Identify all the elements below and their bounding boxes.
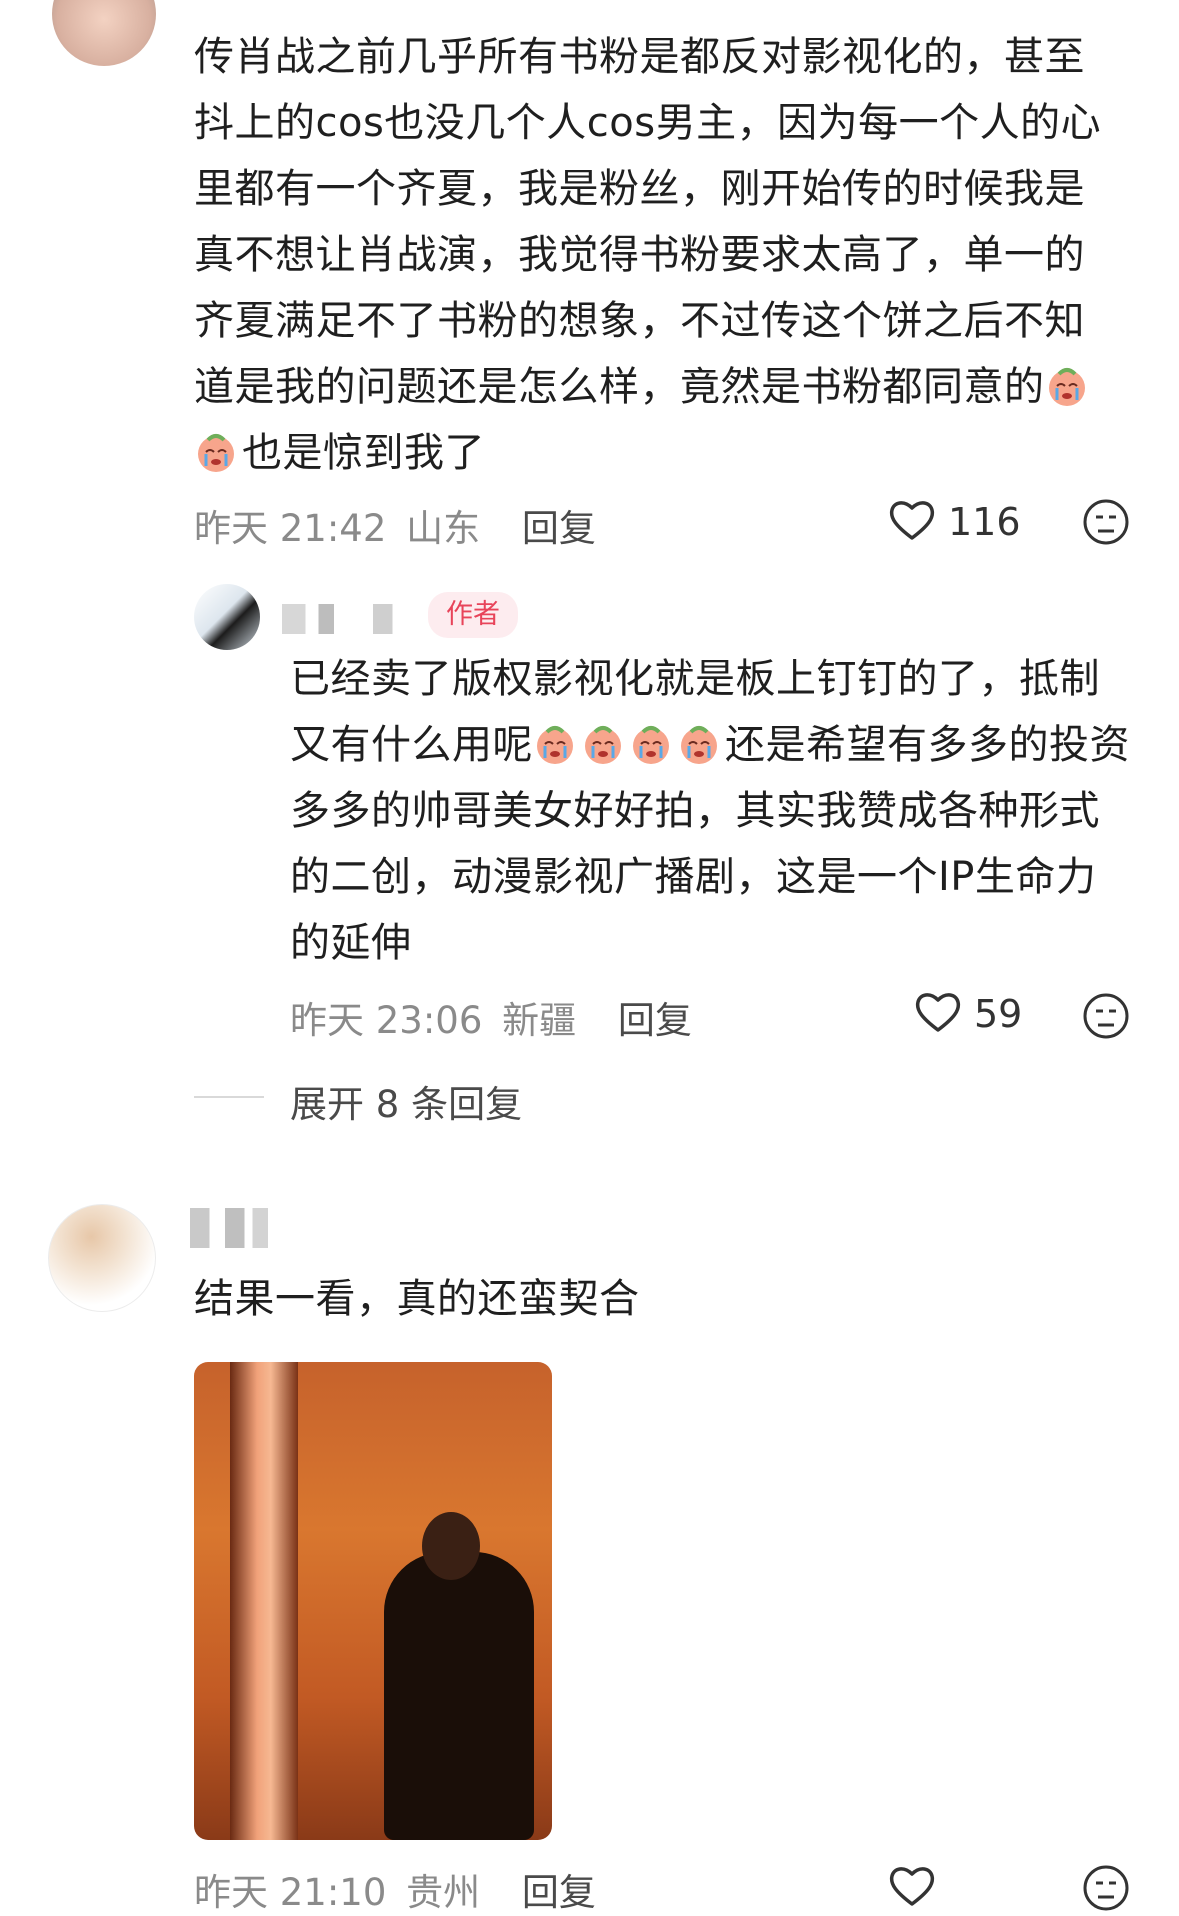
location: 新疆 — [502, 999, 577, 1042]
timestamp: 昨天 23:06 — [290, 999, 483, 1042]
emoji-react-button[interactable] — [1082, 1864, 1130, 1916]
like-button[interactable]: 59 — [914, 990, 1022, 1038]
like-button[interactable]: 116 — [888, 498, 1021, 546]
location: 山东 — [406, 507, 481, 550]
emoji-react-button[interactable] — [1082, 498, 1130, 550]
comment-meta: 昨天 21:42 山东 回复 — [194, 498, 596, 552]
comment-body-tail: 也是惊到我了 — [242, 430, 485, 476]
comment-text: 传肖战之前几乎所有书粉是都反对影视化的，甚至抖上的cos也没几个人cos男主，因… — [194, 24, 1124, 486]
crying-emoji-icon — [581, 720, 625, 764]
author-badge: 作者 — [428, 592, 518, 638]
heart-icon — [914, 990, 962, 1038]
expand-divider — [194, 1096, 264, 1098]
reply-button[interactable]: 回复 — [522, 1871, 596, 1914]
timestamp: 昨天 21:42 — [194, 507, 387, 550]
avatar[interactable] — [52, 0, 156, 66]
reply-meta: 昨天 23:06 新疆 回复 — [290, 990, 692, 1044]
expand-replies-button[interactable]: 展开 8 条回复 — [290, 1074, 522, 1128]
like-count: 116 — [948, 500, 1021, 544]
reply-text: 已经卖了版权影视化就是板上钉钉的了，抵制又有什么用呢 还是希望有多多的投资多多的帅… — [290, 646, 1136, 976]
emoji-face-icon — [1082, 993, 1130, 1044]
author-name-mosaic — [282, 604, 412, 634]
heart-icon — [888, 498, 936, 546]
comment-meta: 昨天 21:10 贵州 回复 — [194, 1862, 596, 1916]
crying-emoji-icon — [194, 428, 238, 472]
avatar[interactable] — [48, 1204, 156, 1312]
crying-emoji-icon — [1045, 362, 1089, 406]
like-count: 59 — [974, 992, 1023, 1036]
avatar[interactable] — [194, 584, 260, 650]
emoji-face-icon — [1082, 1865, 1130, 1916]
timestamp: 昨天 21:10 — [194, 1871, 387, 1914]
author-name-mosaic — [190, 1208, 268, 1248]
emoji-face-icon — [1082, 499, 1130, 550]
comment-body: 传肖战之前几乎所有书粉是都反对影视化的，甚至抖上的cos也没几个人cos男主，因… — [194, 34, 1102, 410]
crying-emoji-icon — [677, 720, 721, 764]
comment-photo[interactable] — [194, 1362, 552, 1840]
like-button[interactable] — [888, 1864, 936, 1912]
crying-emoji-icon — [533, 720, 577, 764]
crying-emoji-icon — [629, 720, 673, 764]
reply-button[interactable]: 回复 — [618, 999, 692, 1042]
location: 贵州 — [406, 1871, 481, 1914]
comment-text: 结果一看，真的还蛮契合 — [194, 1276, 640, 1322]
reply-button[interactable]: 回复 — [522, 507, 596, 550]
emoji-react-button[interactable] — [1082, 992, 1130, 1044]
